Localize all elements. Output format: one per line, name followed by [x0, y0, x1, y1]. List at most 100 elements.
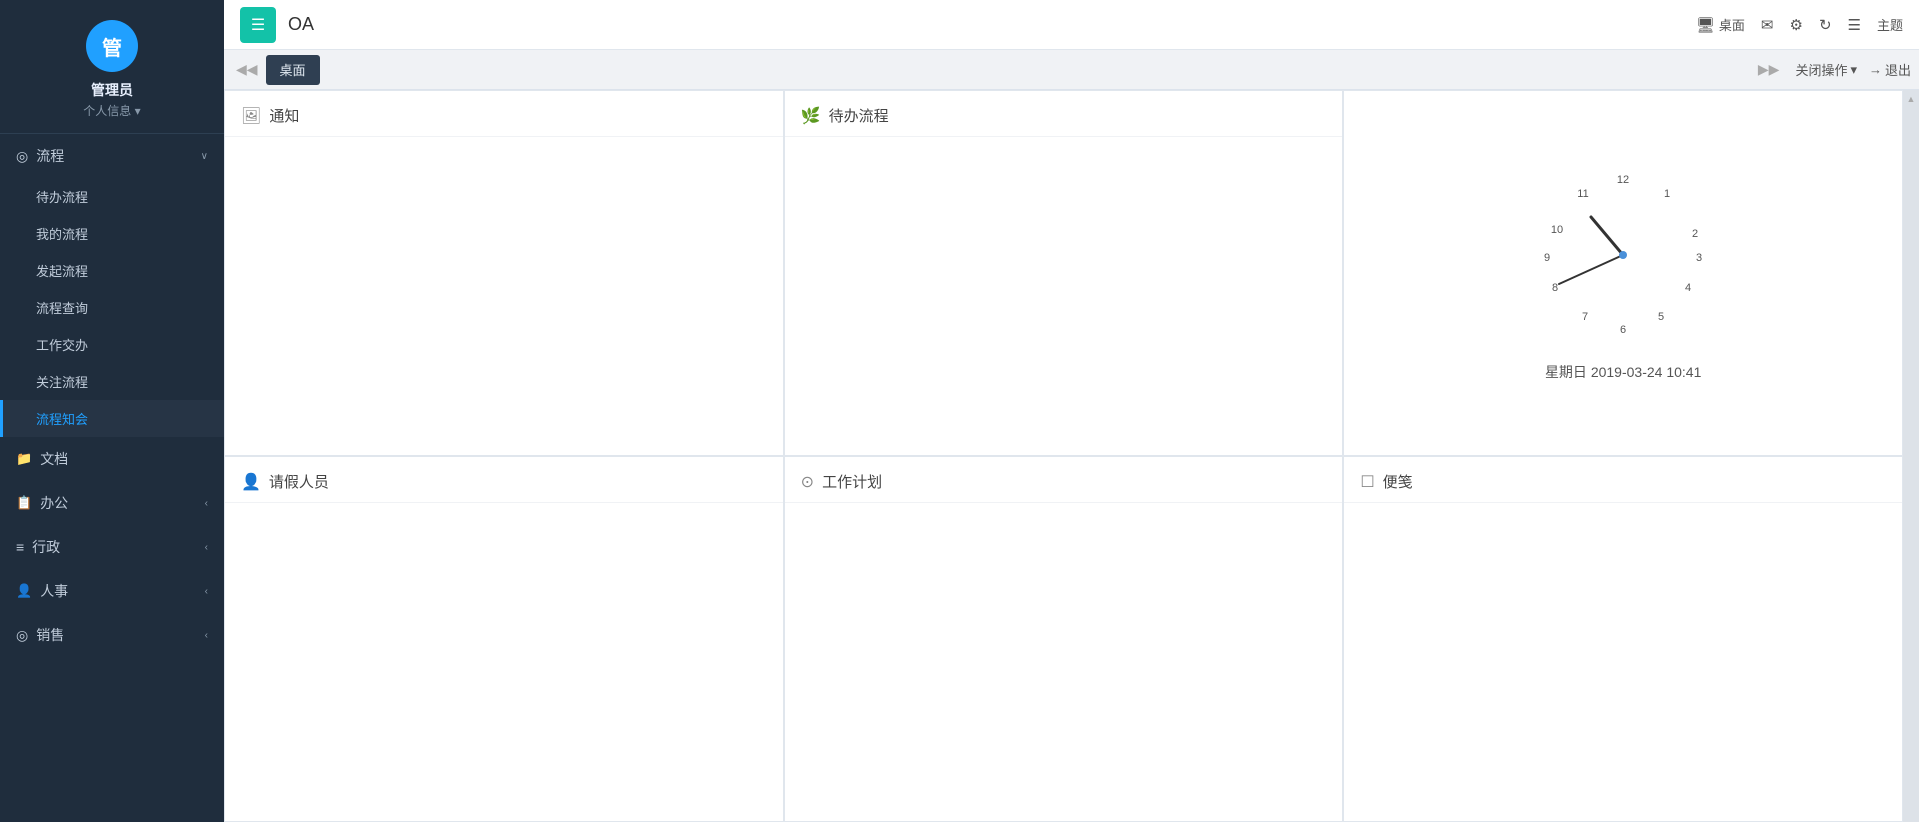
sidebar-item-work-exchange[interactable]: 工作交办: [0, 326, 224, 363]
logout-icon: →: [1869, 62, 1882, 77]
sidebar-group-document[interactable]: 📁 文档: [0, 437, 224, 481]
widget-sticky-header: ☐ 便笺: [1344, 457, 1902, 503]
sidebar-group-hr[interactable]: 👤 人事 ‹: [0, 569, 224, 613]
clock-face: 12 1 2 3 4 5 6 7 8 9 10 11: [1533, 165, 1713, 350]
svg-text:5: 5: [1658, 311, 1664, 323]
svg-text:7: 7: [1582, 311, 1588, 323]
refresh-button[interactable]: ↻: [1819, 16, 1832, 34]
sidebar-item-process-notice[interactable]: 流程知会: [0, 400, 224, 437]
svg-text:3: 3: [1696, 252, 1702, 264]
sidebar-item-start-process[interactable]: 发起流程: [0, 252, 224, 289]
widget-notification: 🖼 通知: [224, 90, 784, 456]
mail-icon: ✉: [1761, 16, 1774, 34]
refresh-icon: ↻: [1819, 16, 1832, 34]
office-arrow: ‹: [205, 498, 208, 509]
widget-notification-header: 🖼 通知: [225, 91, 783, 137]
widget-leave-title: 请假人员: [269, 471, 329, 492]
widget-notification-body: [225, 137, 783, 455]
sticky-icon: ☐: [1360, 472, 1374, 492]
sidebar: 管 管理员 个人信息 ▾ ◎ 流程 ∨ 待办流程 我的流程 发起流程: [0, 0, 224, 822]
mail-button[interactable]: ✉: [1761, 16, 1774, 34]
widget-work-plan-header: ⊙ 工作计划: [785, 457, 1343, 503]
sidebar-group-admin[interactable]: ≡ 行政 ‹: [0, 525, 224, 569]
desktop-label: 桌面: [1719, 15, 1745, 34]
widget-work-plan-title: 工作计划: [822, 471, 882, 492]
widget-pending-flow-header: 🌿 待办流程: [785, 91, 1343, 137]
close-ops-label: 关闭操作: [1795, 60, 1847, 79]
sidebar-group-document-label: 文档: [40, 449, 68, 469]
skin-icon: ☰: [1848, 16, 1861, 34]
tab-forward-button[interactable]: ▶▶: [1754, 59, 1784, 80]
widget-pending-flow-body: [785, 137, 1343, 455]
sidebar-item-my-process[interactable]: 我的流程: [0, 215, 224, 252]
sales-arrow: ‹: [205, 630, 208, 641]
user-name: 管理员: [91, 80, 133, 100]
monitor-icon: 🖥: [1696, 16, 1715, 34]
close-ops-button[interactable]: 关闭操作 ▾: [1795, 60, 1857, 79]
leave-icon: 👤: [241, 472, 261, 492]
widget-clock-body: 12 1 2 3 4 5 6 7 8 9 10 11: [1344, 91, 1902, 455]
widget-sticky: ☐ 便笺: [1343, 456, 1903, 822]
sidebar-nav: ◎ 流程 ∨ 待办流程 我的流程 发起流程 流程查询 工作交办 关注流程: [0, 134, 224, 657]
gear-icon: ⚙: [1790, 16, 1803, 34]
settings-button[interactable]: ⚙: [1790, 16, 1803, 34]
process-submenu: 待办流程 我的流程 发起流程 流程查询 工作交办 关注流程 流程知会: [0, 178, 224, 437]
document-icon: 📁: [16, 451, 32, 467]
sidebar-item-follow-process[interactable]: 关注流程: [0, 363, 224, 400]
widget-sticky-title: 便笺: [1383, 471, 1413, 492]
sidebar-group-admin-label: 行政: [32, 537, 60, 557]
sidebar-group-office[interactable]: 📋 办公 ‹: [0, 481, 224, 525]
back-arrow-icon: ◀◀: [236, 61, 258, 77]
process-arrow: ∨: [201, 151, 208, 162]
logout-button[interactable]: → 退出: [1869, 60, 1911, 79]
widget-leave: 👤 请假人员: [224, 456, 784, 822]
menu-toggle-button[interactable]: ☰: [240, 7, 276, 43]
app-title: OA: [288, 14, 314, 35]
avatar: 管: [86, 20, 138, 72]
widget-clock: 12 1 2 3 4 5 6 7 8 9 10 11: [1343, 90, 1903, 456]
widget-notification-title: 通知: [269, 105, 299, 126]
work-plan-icon: ⊙: [801, 472, 814, 492]
widget-pending-flow: 🌿 待办流程: [784, 90, 1344, 456]
widget-work-plan-body: [785, 503, 1343, 821]
close-ops-arrow: ▾: [1850, 62, 1857, 78]
forward-arrow-icon: ▶▶: [1758, 61, 1780, 77]
widget-sticky-body: [1344, 503, 1902, 821]
hr-icon: 👤: [16, 583, 32, 599]
dashboard-content: ▲ 🖼 通知 🌿 待办流程: [224, 90, 1919, 822]
sidebar-group-process[interactable]: ◎ 流程 ∨: [0, 134, 224, 178]
sidebar-group-hr-label: 人事: [40, 581, 68, 601]
svg-text:9: 9: [1544, 252, 1550, 264]
svg-text:1: 1: [1664, 188, 1670, 200]
pending-flow-icon: 🌿: [801, 106, 821, 126]
dashboard-grid: 🖼 通知 🌿 待办流程: [224, 90, 1903, 822]
svg-text:2: 2: [1692, 228, 1698, 240]
theme-label: 主题: [1877, 15, 1903, 34]
desktop-button[interactable]: 🖥 桌面: [1696, 15, 1745, 34]
widget-work-plan: ⊙ 工作计划: [784, 456, 1344, 822]
theme-button[interactable]: 主题: [1877, 15, 1903, 34]
sidebar-header: 管 管理员 个人信息 ▾: [0, 0, 224, 134]
sidebar-item-process-query[interactable]: 流程查询: [0, 289, 224, 326]
hamburger-icon: ☰: [251, 15, 265, 35]
scroll-up-arrow[interactable]: ▲: [1907, 94, 1916, 104]
sales-icon: ◎: [16, 627, 28, 644]
svg-text:4: 4: [1685, 282, 1691, 294]
svg-text:6: 6: [1620, 324, 1626, 336]
tab-desktop[interactable]: 桌面: [266, 55, 320, 85]
admin-icon: ≡: [16, 539, 24, 555]
skin-button[interactable]: ☰: [1848, 16, 1861, 34]
svg-text:12: 12: [1617, 174, 1629, 186]
sidebar-group-sales[interactable]: ◎ 销售 ‹: [0, 613, 224, 657]
process-icon: ◎: [16, 148, 28, 165]
tab-back-button[interactable]: ◀◀: [232, 59, 262, 80]
user-info-link[interactable]: 个人信息 ▾: [83, 102, 140, 119]
tab-desktop-label: 桌面: [280, 60, 306, 79]
sidebar-item-pending-process[interactable]: 待办流程: [0, 178, 224, 215]
topbar: ☰ OA 🖥 桌面 ✉ ⚙ ↻ ☰ 主题: [224, 0, 1919, 50]
sidebar-group-process-label: 流程: [36, 146, 64, 166]
svg-text:10: 10: [1551, 224, 1563, 236]
logout-label: 退出: [1885, 60, 1911, 79]
main-area: ☰ OA 🖥 桌面 ✉ ⚙ ↻ ☰ 主题: [224, 0, 1919, 822]
widget-leave-body: [225, 503, 783, 821]
